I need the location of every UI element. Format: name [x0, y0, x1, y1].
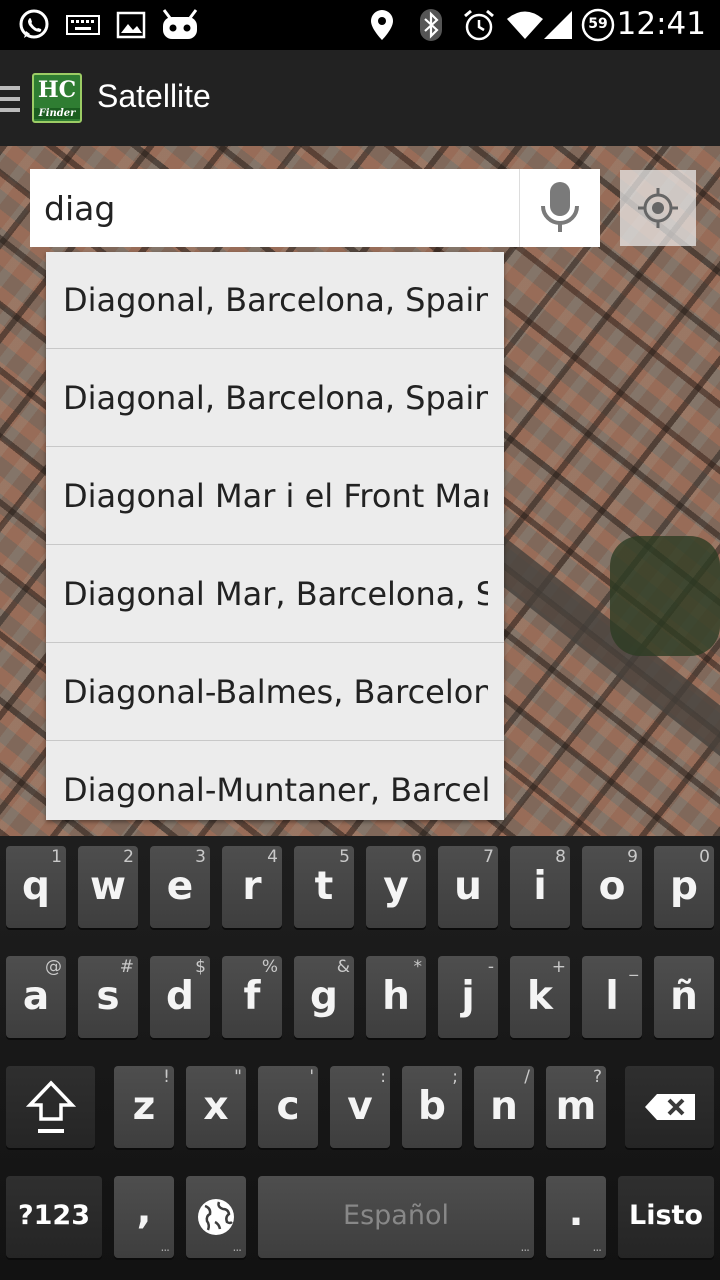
key-p[interactable]: 0p [654, 846, 714, 928]
symbols-key[interactable]: ?123 [6, 1176, 102, 1258]
battery-icon: 59 [580, 8, 616, 42]
key-m[interactable]: ? m [546, 1066, 606, 1148]
signal-icon [542, 8, 574, 42]
key-l[interactable]: _ l [582, 956, 642, 1038]
voice-search-button[interactable] [519, 169, 600, 247]
key-b[interactable]: ; b [402, 1066, 462, 1148]
suggestion-text: Diagonal-Muntaner, Barcelona, Spain [63, 771, 488, 809]
key-i[interactable]: 8i [510, 846, 570, 928]
key-c[interactable]: ' c [258, 1066, 318, 1148]
logo-subtext: Finder [34, 108, 80, 119]
logo-text: HC [37, 77, 77, 103]
suggestion-text: Diagonal Mar, Barcelona, Spain [63, 575, 488, 613]
key-n[interactable]: / n [474, 1066, 534, 1148]
map-park [610, 536, 720, 656]
page-title: Satellite [97, 78, 211, 114]
bluetooth-icon [418, 8, 444, 42]
key-z[interactable]: ! z [114, 1066, 174, 1148]
suggestion-item[interactable]: Diagonal Mar i el Front Marítim del Pobl… [46, 448, 504, 545]
android-robot-icon [160, 8, 200, 42]
key-u[interactable]: 7u [438, 846, 498, 928]
key-j[interactable]: -j [438, 956, 498, 1038]
suggestion-item[interactable]: Diagonal-Balmes, Barcelona, Spain [46, 644, 504, 741]
autocomplete-suggestions: Diagonal, Barcelona, Spain Diagonal, Bar… [46, 252, 504, 820]
suggestion-item[interactable]: Diagonal, Barcelona, Spain [46, 350, 504, 447]
my-location-button[interactable] [620, 170, 696, 246]
key-x[interactable]: " x [186, 1066, 246, 1148]
keyboard-icon [66, 8, 100, 42]
comma-key[interactable]: ,... [114, 1176, 174, 1258]
search-box [30, 169, 600, 247]
drawer-menu-icon[interactable] [0, 86, 20, 116]
key-y[interactable]: 6y [366, 846, 426, 928]
app-logo[interactable]: HC Finder [32, 73, 82, 123]
period-key[interactable]: .... [546, 1176, 606, 1258]
key-d[interactable]: $ d [150, 956, 210, 1038]
space-key[interactable]: Español... [258, 1176, 534, 1258]
key-w[interactable]: 2w [78, 846, 138, 928]
key-o[interactable]: 9o [582, 846, 642, 928]
key-n-tilde[interactable]: ñ [654, 956, 714, 1038]
key-t[interactable]: 5t [294, 846, 354, 928]
backspace-key[interactable] [625, 1066, 714, 1148]
suggestion-text: Diagonal-Balmes, Barcelona, Spain [63, 673, 488, 711]
key-k[interactable]: + k [510, 956, 570, 1038]
suggestion-text: Diagonal Mar i el Front Marítim del Pobl… [63, 477, 488, 515]
search-input[interactable] [44, 186, 514, 230]
key-s[interactable]: # s [78, 956, 138, 1038]
done-key[interactable]: Listo [618, 1176, 714, 1258]
key-v[interactable]: :v [330, 1066, 390, 1148]
suggestion-item[interactable]: Diagonal, Barcelona, Spain [46, 252, 504, 349]
location-icon [368, 8, 396, 42]
wifi-icon [506, 8, 544, 42]
key-q[interactable]: 1q [6, 846, 66, 928]
shift-icon [6, 1066, 95, 1148]
whatsapp-icon [16, 8, 52, 42]
crosshair-icon [638, 188, 678, 228]
key-e[interactable]: 3e [150, 846, 210, 928]
soft-keyboard: 1q 2w 3e 4r 5t 6y 7u 8i 9o 0p @ a # s $ d %… [0, 836, 720, 1280]
shift-key[interactable] [6, 1066, 95, 1148]
key-f[interactable]: % f [222, 956, 282, 1038]
suggestion-item[interactable]: Diagonal-Muntaner, Barcelona, Spain [46, 742, 504, 820]
language-key[interactable]: ... [186, 1176, 246, 1258]
image-icon [116, 8, 146, 42]
battery-level: 59 [588, 16, 608, 32]
alarm-icon [461, 8, 497, 42]
suggestion-text: Diagonal, Barcelona, Spain [63, 379, 488, 417]
clock: 12:41 [616, 6, 706, 42]
status-bar: 59 12:41 [0, 0, 720, 50]
key-r[interactable]: 4r [222, 846, 282, 928]
key-a[interactable]: @ a [6, 956, 66, 1038]
key-g[interactable]: & g [294, 956, 354, 1038]
key-h[interactable]: * h [366, 956, 426, 1038]
backspace-icon [625, 1066, 714, 1148]
microphone-icon [541, 182, 579, 232]
suggestion-item[interactable]: Diagonal Mar, Barcelona, Spain [46, 546, 504, 643]
suggestion-text: Diagonal, Barcelona, Spain [63, 281, 488, 319]
